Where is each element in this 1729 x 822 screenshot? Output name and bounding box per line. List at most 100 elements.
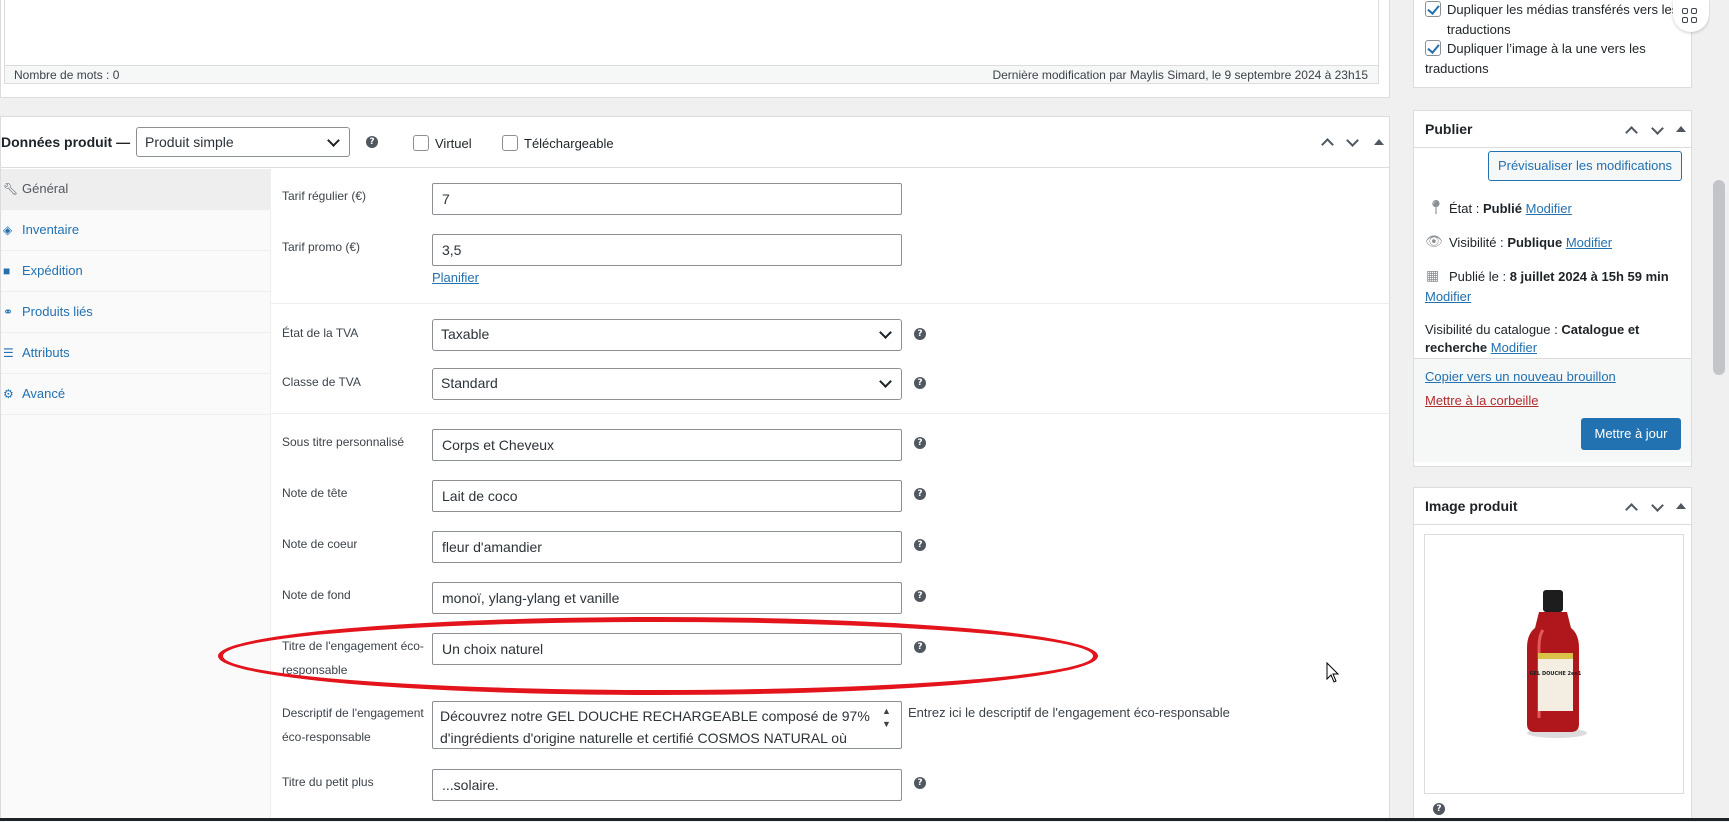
move-up-icon[interactable] bbox=[1624, 500, 1638, 514]
help-icon[interactable]: ? bbox=[914, 539, 926, 551]
sale-price-label: Tarif promo (€) bbox=[282, 240, 361, 254]
product-data-header: Données produit — Produit simple ? Virtu… bbox=[1, 117, 1389, 168]
translation-options-box: Dupliquer les médias transférés vers les… bbox=[1413, 0, 1692, 88]
tax-status-label: État de la TVA bbox=[282, 326, 359, 340]
tax-class-select[interactable]: Standard bbox=[432, 368, 902, 400]
mouse-cursor-icon bbox=[1326, 662, 1340, 683]
extra-title-label: Titre du petit plus bbox=[282, 775, 374, 789]
move-up-icon[interactable] bbox=[1624, 123, 1638, 137]
toggle-panel-icon[interactable] bbox=[1676, 503, 1686, 509]
regular-price-label: Tarif régulier (€) bbox=[282, 189, 367, 203]
update-button[interactable]: Mettre à jour bbox=[1581, 418, 1681, 450]
calendar-icon: ▦ bbox=[1426, 267, 1440, 283]
wrench-icon: 🔧︎ bbox=[3, 182, 19, 196]
eco-desc-label: Descriptif de l'engagement éco-responsab… bbox=[282, 706, 424, 744]
trash-link[interactable]: Mettre à la corbeille bbox=[1425, 393, 1538, 408]
page-scrollbar[interactable] bbox=[1710, 0, 1729, 821]
help-icon[interactable]: ? bbox=[914, 590, 926, 602]
tab-linked-products[interactable]: ⚭ Produits liés bbox=[1, 292, 271, 333]
eco-desc-textarea[interactable]: Découvrez notre GEL DOUCHE RECHARGEABLE … bbox=[432, 701, 902, 749]
downloadable-checkbox[interactable] bbox=[502, 135, 518, 151]
catalog-label: Visibilité du catalogue : bbox=[1425, 322, 1558, 337]
copy-draft-link[interactable]: Copier vers un nouveau brouillon bbox=[1425, 369, 1616, 384]
chevron-down-icon bbox=[327, 134, 341, 148]
chevron-down-icon bbox=[879, 326, 893, 340]
heart-note-input[interactable]: fleur d'amandier bbox=[432, 531, 902, 563]
tab-shipping[interactable]: ■ Expédition bbox=[1, 251, 271, 292]
published-date-row: Publié le : 8 juillet 2024 à 15h 59 min bbox=[1449, 269, 1669, 284]
extra-title-input[interactable]: ...solaire. bbox=[432, 769, 902, 801]
tax-class-value: Standard bbox=[441, 375, 498, 391]
scroll-up-icon[interactable]: ▲ bbox=[882, 706, 891, 716]
tab-general[interactable]: 🔧︎ Général bbox=[1, 169, 271, 210]
apps-grid-button[interactable] bbox=[1673, 0, 1709, 32]
schedule-link[interactable]: Planifier bbox=[432, 270, 479, 285]
move-up-icon[interactable] bbox=[1320, 135, 1334, 149]
virtual-checkbox[interactable] bbox=[413, 135, 429, 151]
catalog-modify-link[interactable]: Modifier bbox=[1491, 340, 1537, 355]
subtitle-input[interactable]: Corps et Cheveux bbox=[432, 429, 902, 461]
published-value: 8 juillet 2024 à 15h 59 min bbox=[1509, 269, 1669, 284]
status-modify-link[interactable]: Modifier bbox=[1526, 201, 1572, 216]
product-data-tabs: 🔧︎ Général ◈ Inventaire ■ Expédition ⚭ P… bbox=[1, 169, 271, 822]
tab-attributes[interactable]: ☰ Attributs bbox=[1, 333, 271, 374]
tab-label: Avancé bbox=[22, 386, 66, 401]
help-icon[interactable]: ? bbox=[914, 328, 926, 340]
separator bbox=[271, 303, 1389, 304]
product-image-title: Image produit bbox=[1425, 498, 1518, 514]
product-image-header: Image produit bbox=[1414, 488, 1691, 525]
chevron-down-icon bbox=[879, 375, 893, 389]
visibility-value: Publique bbox=[1507, 235, 1563, 250]
visibility-label: Visibilité : bbox=[1449, 235, 1504, 250]
last-modified: Dernière modification par Maylis Simard,… bbox=[992, 68, 1368, 82]
dup-media-label: Dupliquer les médias transférés vers les… bbox=[1447, 2, 1679, 37]
editor-status-bar: Nombre de mots : 0 Dernière modification… bbox=[4, 66, 1379, 84]
link-icon: ⚭ bbox=[3, 305, 14, 319]
virtual-label: Virtuel bbox=[435, 136, 472, 151]
dup-featured-label: Dupliquer l’image à la une vers les trad… bbox=[1425, 41, 1646, 76]
move-down-icon[interactable] bbox=[1650, 500, 1664, 514]
help-icon[interactable]: ? bbox=[914, 641, 926, 653]
product-image-frame[interactable]: GEL DOUCHE 2en1 bbox=[1424, 534, 1684, 794]
toggle-panel-icon[interactable] bbox=[1676, 126, 1686, 132]
help-icon[interactable]: ? bbox=[914, 488, 926, 500]
tab-inventory[interactable]: ◈ Inventaire bbox=[1, 210, 271, 251]
list-icon: ☰ bbox=[3, 346, 14, 360]
scrollbar-thumb[interactable] bbox=[1713, 180, 1725, 375]
help-icon[interactable]: ? bbox=[914, 777, 926, 789]
status-row: État : Publié Modifier bbox=[1449, 201, 1572, 216]
sale-price-input[interactable]: 3,5 bbox=[432, 234, 902, 266]
help-icon[interactable]: ? bbox=[366, 136, 378, 148]
truck-icon: ■ bbox=[3, 264, 11, 278]
eco-title-input[interactable]: Un choix naturel bbox=[432, 633, 902, 665]
help-icon[interactable]: ? bbox=[1433, 803, 1445, 815]
help-icon[interactable]: ? bbox=[914, 437, 926, 449]
tab-advanced[interactable]: ⚙ Avancé bbox=[1, 374, 271, 415]
gear-icon: ⚙ bbox=[3, 387, 14, 401]
move-down-icon[interactable] bbox=[1650, 123, 1664, 137]
tax-status-select[interactable]: Taxable bbox=[432, 319, 902, 351]
subtitle-label: Sous titre personnalisé bbox=[282, 435, 405, 449]
preview-button[interactable]: Prévisualiser les modifications bbox=[1488, 151, 1682, 181]
eco-desc-hint: Entrez ici le descriptif de l'engagement… bbox=[908, 705, 1230, 720]
scroll-down-icon[interactable]: ▼ bbox=[882, 719, 891, 729]
tab-label: Attributs bbox=[22, 345, 70, 360]
help-icon[interactable]: ? bbox=[914, 377, 926, 389]
regular-price-input[interactable]: 7 bbox=[432, 183, 902, 215]
status-value: Publié bbox=[1482, 201, 1522, 216]
publish-title: Publier bbox=[1425, 121, 1473, 137]
top-note-input[interactable]: Lait de coco bbox=[432, 480, 902, 512]
heart-note-label: Note de coeur bbox=[282, 537, 358, 551]
published-label: Publié le : bbox=[1449, 269, 1507, 284]
product-type-select[interactable]: Produit simple bbox=[136, 127, 350, 157]
toggle-panel-icon[interactable] bbox=[1374, 139, 1384, 145]
status-label: État : bbox=[1449, 201, 1480, 216]
published-modify-link[interactable]: Modifier bbox=[1425, 289, 1471, 304]
word-count: Nombre de mots : 0 bbox=[14, 68, 120, 82]
visibility-modify-link[interactable]: Modifier bbox=[1566, 235, 1612, 250]
pin-icon: 📍︎ bbox=[1427, 199, 1445, 215]
move-down-icon[interactable] bbox=[1345, 135, 1359, 149]
base-note-input[interactable]: monoï, ylang-ylang et vanille bbox=[432, 582, 902, 614]
tab-label: Inventaire bbox=[22, 222, 80, 237]
editor-text-area[interactable] bbox=[4, 0, 1379, 66]
